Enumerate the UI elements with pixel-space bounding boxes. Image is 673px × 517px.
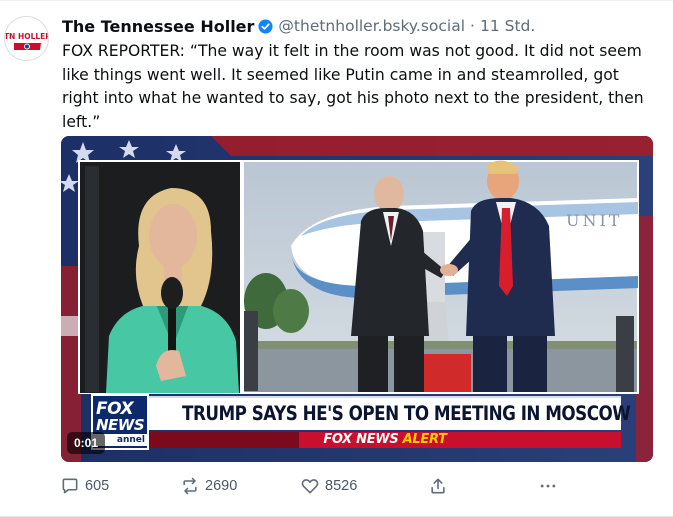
more-options-button[interactable] bbox=[538, 474, 558, 498]
divider bbox=[0, 0, 673, 1]
repost-arrows-icon bbox=[180, 476, 200, 496]
chyron-headline: TRUMP SAYS HE'S OPEN TO MEETING IN MOSCO… bbox=[182, 402, 631, 425]
repost-button[interactable]: 2690 bbox=[180, 474, 237, 498]
post-actions: 605 2690 8526 bbox=[60, 474, 660, 498]
reply-count: 605 bbox=[85, 478, 110, 494]
author-display-name[interactable]: The Tennessee Holler bbox=[62, 17, 254, 36]
avatar[interactable]: TN HOLLER bbox=[4, 16, 49, 61]
separator-dot: · bbox=[470, 17, 475, 35]
plane-lettering: UNIT bbox=[566, 211, 622, 230]
more-ellipsis-icon bbox=[538, 476, 558, 496]
post-header: The Tennessee Holler @thetnholler.bsky.s… bbox=[62, 15, 535, 37]
share-up-arrow-icon bbox=[428, 476, 448, 496]
feed-post[interactable]: TN HOLLER The Tennessee Holler @thetnhol… bbox=[0, 0, 673, 517]
like-count: 8526 bbox=[325, 478, 358, 494]
heart-icon bbox=[300, 476, 320, 496]
chyron-alert: FOX NEWS ALERT bbox=[149, 432, 621, 448]
share-button[interactable] bbox=[428, 474, 448, 498]
svg-text:TN HOLLER: TN HOLLER bbox=[5, 32, 49, 41]
chyron-headline-bar: TRUMP SAYS HE'S OPEN TO MEETING IN MOSCO… bbox=[149, 396, 631, 430]
chyron-alert-bar: FOX NEWS ALERT bbox=[149, 432, 621, 448]
video-timestamp: 0:01 bbox=[67, 432, 106, 454]
repost-count: 2690 bbox=[205, 478, 238, 494]
post-text: FOX REPORTER: “The way it felt in the ro… bbox=[62, 42, 644, 131]
tennessee-holler-logo: TN HOLLER bbox=[5, 17, 49, 60]
video-player[interactable]: UNIT FOX NEWS annel TRUMP SAYS HE'S OPEN… bbox=[61, 136, 653, 462]
alert-brand: FOX NEWS bbox=[323, 432, 399, 447]
reply-bubble-icon bbox=[60, 476, 80, 496]
alert-word: ALERT bbox=[402, 432, 447, 447]
like-button[interactable]: 8526 bbox=[300, 474, 357, 498]
reply-button[interactable]: 605 bbox=[60, 474, 109, 498]
news-chyron: FOX NEWS annel TRUMP SAYS HE'S OPEN TO M… bbox=[91, 394, 639, 450]
logo-news-text: NEWS bbox=[96, 416, 145, 434]
verified-check-icon bbox=[258, 18, 273, 34]
author-handle[interactable]: @thetnholler.bsky.social bbox=[278, 17, 465, 35]
post-time[interactable]: 11 Std. bbox=[480, 17, 535, 35]
